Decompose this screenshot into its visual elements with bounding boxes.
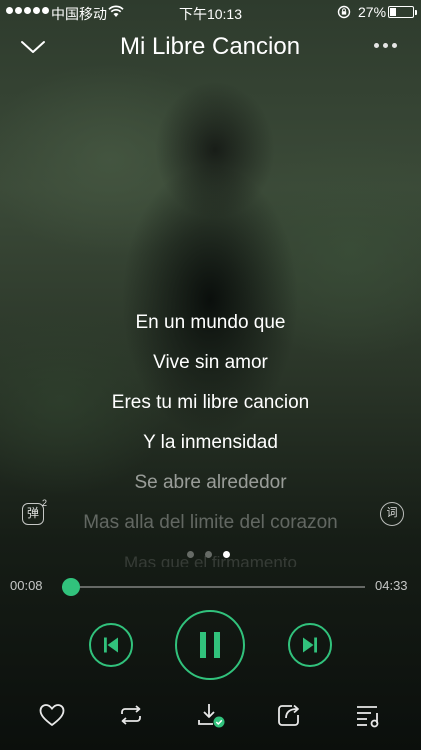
download-done-icon[interactable]	[197, 702, 225, 728]
page-dot[interactable]	[187, 551, 194, 558]
pause-button[interactable]	[175, 610, 245, 680]
next-button[interactable]	[288, 623, 332, 667]
lyric-line: Y la inmensidad	[143, 432, 278, 453]
lyric-search-icon[interactable]: 词	[380, 502, 404, 526]
previous-icon	[104, 637, 118, 653]
lyric-line: Vive sin amor	[153, 352, 268, 373]
share-icon[interactable]	[276, 702, 304, 728]
danmaku-icon: 弹	[22, 503, 44, 525]
lyric-line: En un mundo que	[135, 312, 286, 333]
total-time: 04:33	[375, 578, 408, 593]
more-icon[interactable]	[374, 43, 397, 48]
playlist-icon[interactable]	[355, 702, 383, 728]
page-dot[interactable]	[205, 551, 212, 558]
page-indicator	[187, 551, 230, 558]
lyrics-panel[interactable]: En un mundo que Vive sin amor Eres tu mi…	[0, 307, 421, 567]
danmaku-count: 2	[42, 498, 48, 508]
elapsed-time: 00:08	[10, 578, 43, 593]
progress-thumb[interactable]	[61, 578, 80, 596]
lyric-line: Mas alla del limite del corazon	[83, 512, 338, 533]
status-bar: 中国移动 下午10:13 27%	[0, 0, 421, 24]
page-dot[interactable]	[223, 551, 230, 558]
progress-slider[interactable]	[61, 578, 365, 596]
pause-icon	[200, 632, 220, 658]
heart-icon[interactable]	[38, 702, 66, 728]
previous-button[interactable]	[89, 623, 133, 667]
lyric-line: Eres tu mi libre cancion	[111, 392, 310, 413]
repeat-icon[interactable]	[117, 702, 145, 728]
rotation-lock-icon	[337, 5, 351, 19]
lyric-line: Se abre alrededor	[134, 472, 287, 493]
next-icon	[303, 637, 317, 653]
song-title: Mi Libre Cancion	[119, 33, 301, 60]
danmaku-button[interactable]: 弹 2	[20, 498, 48, 528]
player-screen: 中国移动 下午10:13 27% Mi Libre Cancion En un …	[0, 0, 421, 750]
chevron-down-icon[interactable]	[20, 38, 46, 56]
battery-icon	[388, 6, 417, 18]
battery-percent: 27%	[358, 4, 387, 20]
